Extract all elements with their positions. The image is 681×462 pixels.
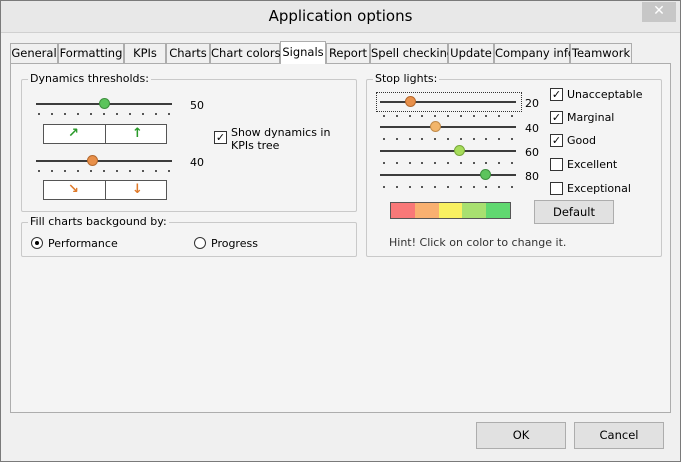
up-threshold-ticks [38,113,170,115]
stoplight-value-4: 80 [525,170,539,183]
tab-general[interactable]: General [10,43,58,63]
tab-chart-colors[interactable]: Chart colors [210,43,281,63]
down-right-arrow-icon: ↘ [68,182,79,197]
unacceptable-label: Unacceptable [567,88,643,101]
stoplight-thumb-2[interactable] [430,121,441,132]
close-icon: ✕ [653,3,665,19]
show-dynamics-label-line1: Show dynamics in [231,126,331,139]
color-swatch-exceptional[interactable] [486,203,510,218]
stop-lights-group: Stop lights: 20 40 60 80 ✓ Unacceptable … [366,72,662,257]
good-label: Good [567,134,596,147]
tab-formatting[interactable]: Formatting [58,43,124,63]
tab-spell-checking[interactable]: Spell checking [370,43,454,63]
stoplight-thumb-1[interactable] [405,96,416,107]
down-arrow-icon: ↓ [132,182,143,197]
down-arrow-box[interactable]: ↘ ↓ [43,180,167,200]
stoplight-value-3: 60 [525,146,539,159]
progress-radio[interactable] [194,237,206,249]
dialog-button-bar: OK Cancel [1,415,680,461]
stoplight-track-2 [380,126,516,128]
stoplight-value-1: 20 [525,97,539,110]
exceptional-checkbox[interactable] [550,182,563,195]
performance-radio[interactable] [31,237,43,249]
tab-kpis[interactable]: KPIs [124,43,166,63]
excellent-checkbox[interactable] [550,158,563,171]
up-threshold-thumb[interactable] [99,98,110,109]
progress-label: Progress [211,237,258,250]
good-checkbox[interactable]: ✓ [550,134,563,147]
stoplight-track-4 [380,174,516,176]
color-swatch-unacceptable[interactable] [391,203,415,218]
show-dynamics-label-line2: KPIs tree [231,139,280,152]
fill-charts-label: Fill charts backgound by: [28,215,169,228]
show-dynamics-checkbox[interactable]: ✓ [214,131,227,144]
up-threshold-value: 50 [190,99,204,112]
up-arrow-box[interactable]: ↗ ↑ [43,124,167,144]
stoplight-ticks-1 [383,115,513,117]
stoplight-value-2: 40 [525,122,539,135]
cancel-button[interactable]: Cancel [574,422,664,449]
performance-label: Performance [48,237,118,250]
down-threshold-track [36,160,172,162]
excellent-label: Excellent [567,158,618,171]
tab-report[interactable]: Report [326,43,370,63]
stoplight-thumb-4[interactable] [480,169,491,180]
stoplight-ticks-3 [383,162,513,164]
stoplight-ticks-2 [383,138,513,140]
dynamics-thresholds-label: Dynamics thresholds: [28,72,151,85]
color-bar [390,202,511,219]
down-threshold-thumb[interactable] [87,155,98,166]
ok-button[interactable]: OK [476,422,566,449]
dynamics-thresholds-group: Dynamics thresholds: 50 ↗ ↑ ✓ Show dynam… [21,72,357,212]
color-swatch-good[interactable] [438,203,463,218]
stoplight-track-1 [380,101,516,103]
up-right-arrow-icon: ↗ [68,126,79,141]
up-arrow-icon: ↑ [132,126,143,141]
color-swatch-marginal[interactable] [414,203,439,218]
tab-charts[interactable]: Charts [166,43,210,63]
stoplight-thumb-3[interactable] [454,145,465,156]
stoplight-ticks-4 [383,186,513,188]
fill-charts-group: Fill charts backgound by: Performance Pr… [21,215,357,257]
color-swatch-excellent[interactable] [462,203,487,218]
hint-text: Hint! Click on color to change it. [389,236,567,249]
exceptional-label: Exceptional [567,182,631,195]
tab-update[interactable]: Update [448,43,494,63]
tab-signals[interactable]: Signals [280,41,326,64]
marginal-checkbox[interactable]: ✓ [550,111,563,124]
down-threshold-ticks [38,170,170,172]
default-button[interactable]: Default [534,200,614,224]
close-button[interactable]: ✕ [642,2,676,22]
unacceptable-checkbox[interactable]: ✓ [550,88,563,101]
stop-lights-label: Stop lights: [373,72,440,85]
tab-company-info[interactable]: Company info [494,43,575,63]
signals-page: Dynamics thresholds: 50 ↗ ↑ ✓ Show dynam… [10,63,671,413]
marginal-label: Marginal [567,111,615,124]
tab-teamwork[interactable]: Teamwork [570,43,632,63]
options-window: Application options ✕ General Formatting… [0,0,681,462]
window-title: Application options [268,7,413,25]
title-bar: Application options ✕ [1,1,680,33]
stoplight-track-3 [380,150,516,152]
down-threshold-value: 40 [190,156,204,169]
